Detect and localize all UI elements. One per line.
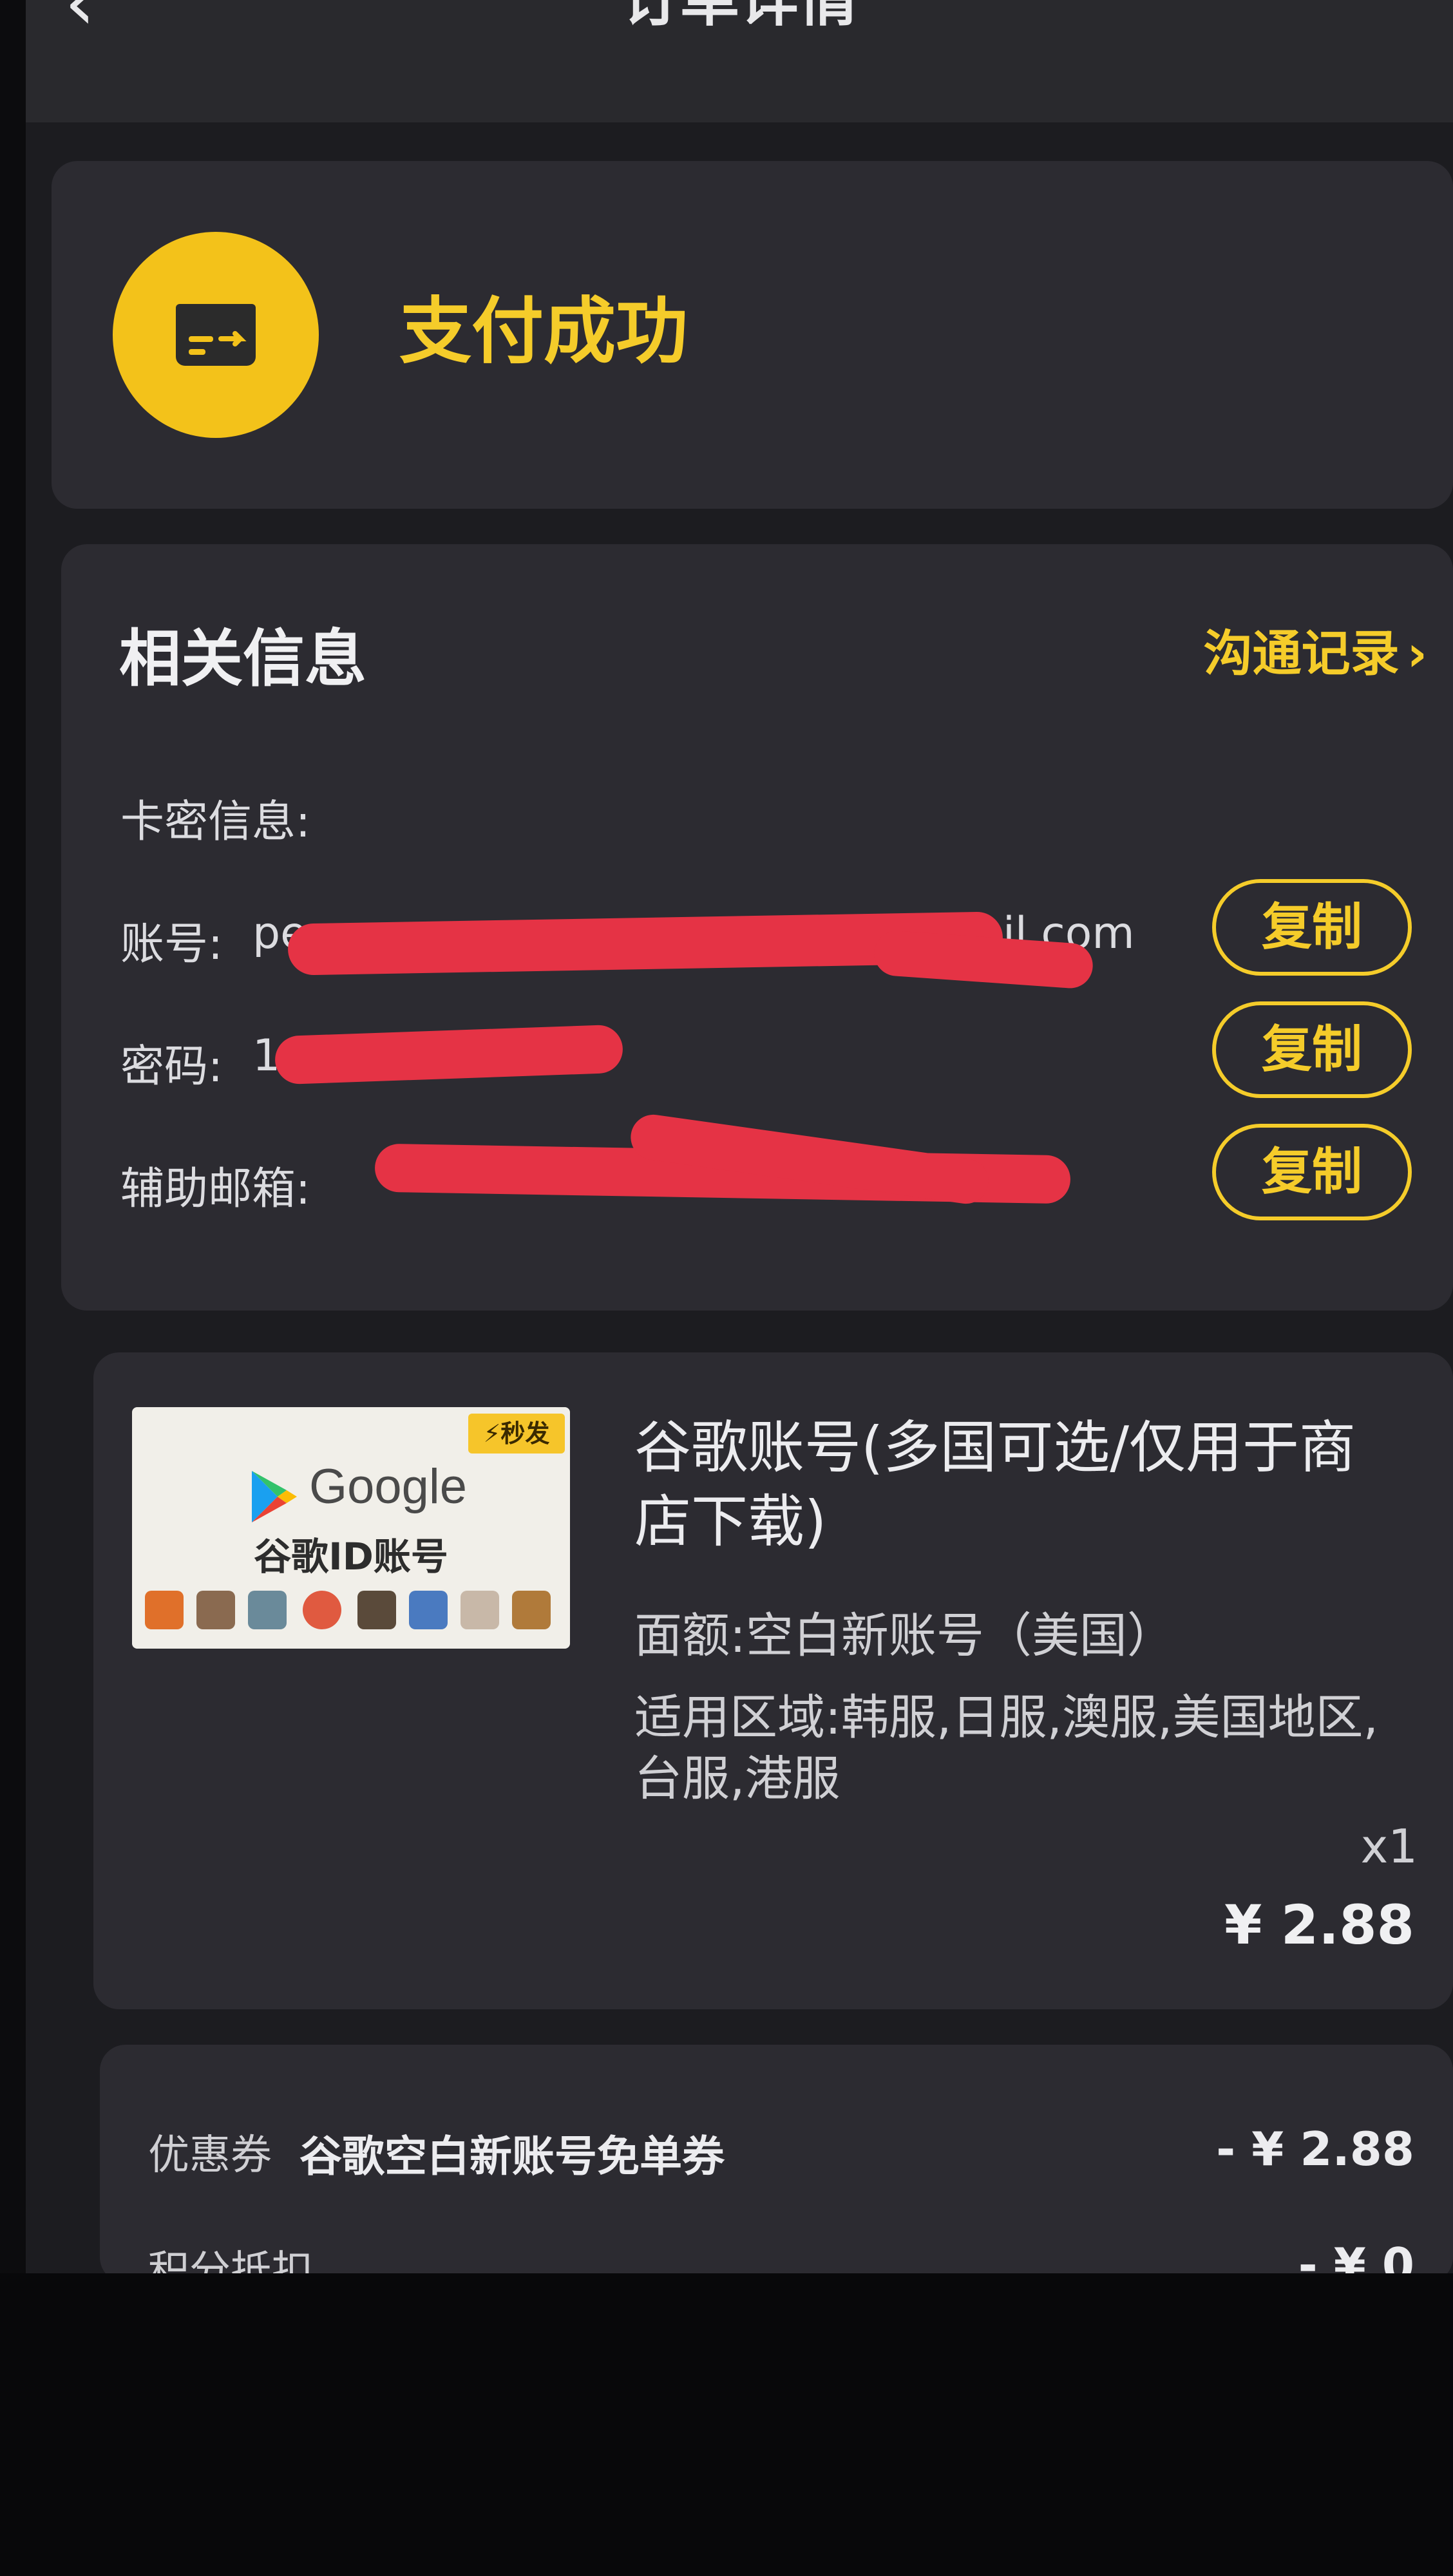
screen-bottom-edge xyxy=(0,2273,1453,2576)
app-screen: ‹ 订单详情 支付成功 相关信息 沟通记录› 卡密信息: 账号: pe il.c… xyxy=(26,0,1453,2295)
game-icon xyxy=(248,1591,287,1629)
product-name: 谷歌账号(多国可选/仅用于商店下载) xyxy=(634,1414,1356,1555)
backup-email-row: 辅助邮箱: 复制 xyxy=(120,1112,1453,1233)
instant-delivery-badge: ⚡秒发 xyxy=(468,1414,565,1454)
product-thumbnail: ⚡秒发 Google 谷歌ID账号 xyxy=(132,1407,570,1649)
product-price: ¥ 2.88 xyxy=(1224,1893,1414,1956)
header-bar: ‹ 订单详情 xyxy=(26,0,1453,122)
product-card[interactable]: ⚡秒发 Google 谷歌ID账号 谷歌账号(多国可选/仅用于商店下载) 面额:… xyxy=(93,1352,1453,2009)
coupon-label: 优惠券 xyxy=(148,2132,272,2179)
coupon-row[interactable]: 优惠券 谷歌空白新账号免单券 - ¥ 2.88 xyxy=(100,2109,1453,2186)
product-quantity: x1 xyxy=(1360,1819,1418,1873)
account-row: 账号: pe il.com 复制 xyxy=(120,879,1453,990)
coupon-value: - ¥ 2.88 xyxy=(1216,2122,1414,2176)
google-play-icon xyxy=(252,1471,297,1522)
redaction-mark xyxy=(274,1024,624,1085)
google-logo: Google xyxy=(309,1459,468,1514)
game-icons-strip xyxy=(132,1591,570,1636)
game-icon xyxy=(145,1591,184,1629)
game-icon xyxy=(409,1591,448,1629)
coupon-name: 谷歌空白新账号免单券 xyxy=(299,2132,725,2181)
chevron-right-icon: › xyxy=(1407,625,1427,682)
page-title: 订单详情 xyxy=(26,0,1453,39)
game-icon xyxy=(303,1591,341,1629)
game-icon xyxy=(196,1591,235,1629)
card-arrow-icon xyxy=(113,232,319,438)
game-icon xyxy=(512,1591,551,1629)
status-text: 支付成功 xyxy=(399,290,688,374)
backup-email-label: 辅助邮箱: xyxy=(120,1164,310,1215)
copy-account-button[interactable]: 复制 xyxy=(1212,879,1412,976)
password-label: 密码: xyxy=(120,1041,223,1092)
product-spec: 面额:空白新账号（美国） xyxy=(634,1608,1175,1663)
game-icon xyxy=(357,1591,396,1629)
payment-status-card: 支付成功 xyxy=(52,161,1453,509)
related-info-card: 相关信息 沟通记录 › 卡密信息: 账号: pe il.com 复制 密码: 1 … xyxy=(61,544,1453,1311)
communication-record-link[interactable]: 沟通记录 › xyxy=(1204,614,1427,685)
password-row: 密码: 1 复制 xyxy=(120,1001,1453,1111)
card-secret-label: 卡密信息: xyxy=(120,797,310,848)
product-region: 适用区域:韩服,日服,澳服,美国地区,台服,港服 xyxy=(634,1690,1379,1806)
account-label: 账号: xyxy=(120,919,223,970)
thumbnail-caption: 谷歌ID账号 xyxy=(254,1535,448,1578)
copy-password-button[interactable]: 复制 xyxy=(1212,1001,1412,1098)
copy-backup-email-button[interactable]: 复制 xyxy=(1212,1124,1412,1220)
communication-record-label: 沟通记录 xyxy=(1203,625,1400,682)
game-icon xyxy=(461,1591,499,1629)
discount-card: 优惠券 谷歌空白新账号免单券 - ¥ 2.88 积分抵扣 - ¥ 0 xyxy=(100,2045,1453,2295)
section-title: 相关信息 xyxy=(119,623,366,695)
